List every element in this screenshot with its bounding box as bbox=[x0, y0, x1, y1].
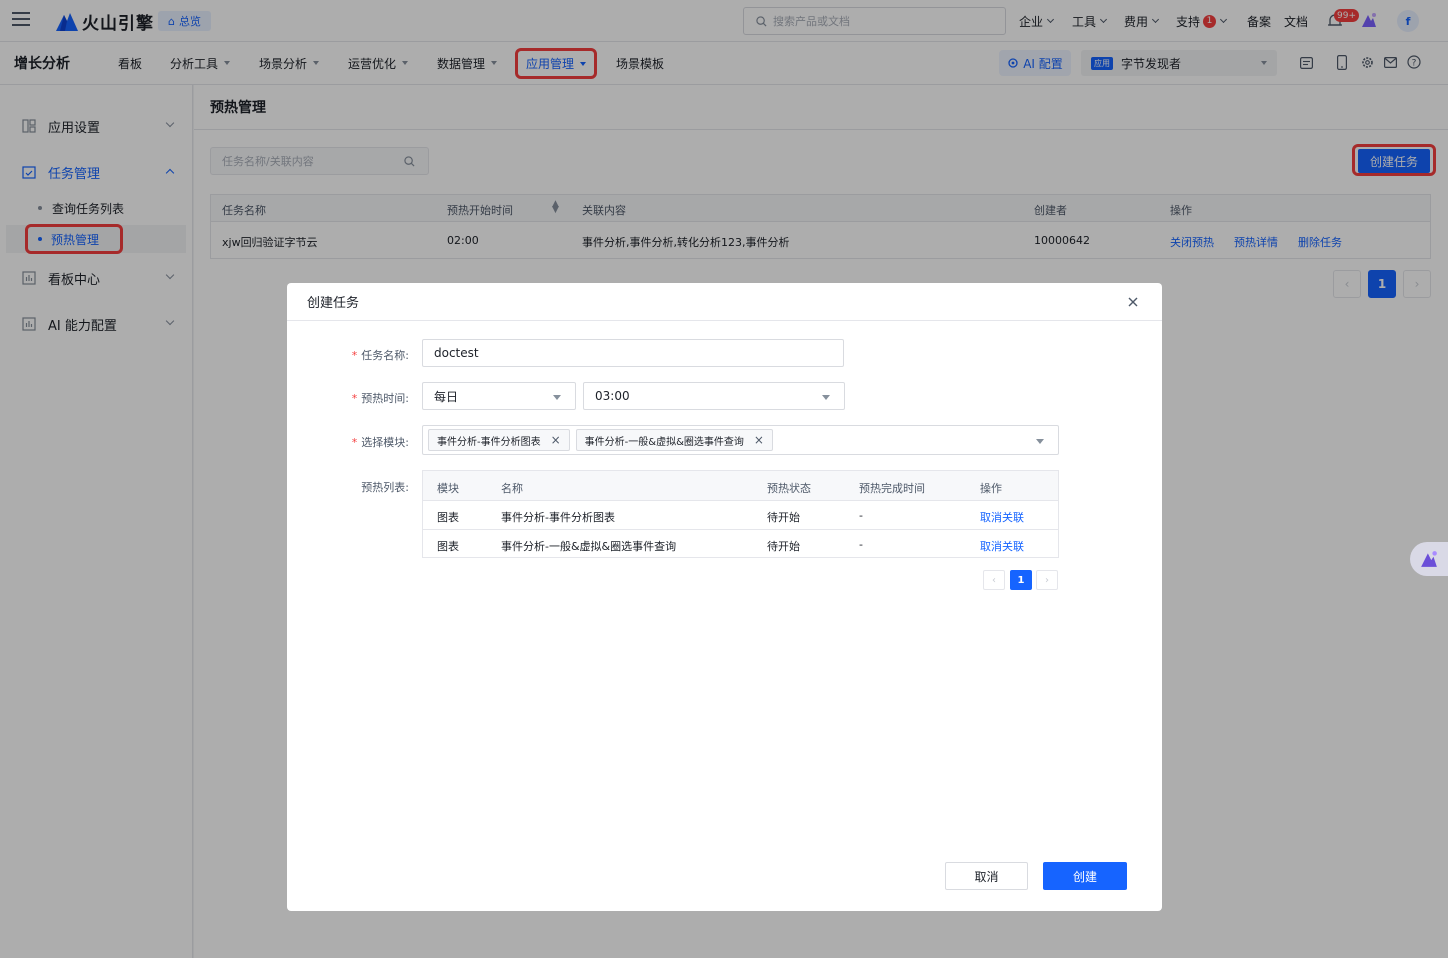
label-preheat-time: * 预热时间: bbox=[327, 390, 409, 406]
close-icon[interactable] bbox=[1126, 295, 1140, 309]
unlink-link[interactable]: 取消关联 bbox=[980, 540, 1024, 553]
cell-module: 图表 bbox=[437, 511, 459, 524]
required-mark: * bbox=[351, 392, 358, 405]
chevron-right-icon: › bbox=[1045, 574, 1049, 586]
prev-page-button[interactable]: ‹ bbox=[983, 570, 1005, 590]
chevron-left-icon: ‹ bbox=[992, 574, 996, 586]
col-header-module: 模块 bbox=[437, 482, 459, 495]
chip-label: 事件分析-事件分析图表 bbox=[437, 436, 541, 448]
create-task-dialog: 创建任务 * 任务名称: doctest * 预热时间: 每日 03:00 * 选择模… bbox=[287, 283, 1162, 911]
col-header-actions: 操作 bbox=[980, 482, 1002, 495]
ai-assistant-float-button[interactable] bbox=[1410, 542, 1448, 576]
col-header-name: 名称 bbox=[501, 482, 523, 495]
table-header: 模块 名称 预热状态 预热完成时间 操作 bbox=[423, 471, 1058, 501]
table-row: 图表 事件分析-事件分析图表 待开始 - 取消关联 bbox=[423, 501, 1058, 530]
cell-status: 待开始 bbox=[767, 511, 800, 524]
module-chip: 事件分析-事件分析图表 × bbox=[428, 429, 570, 451]
chip-remove-icon[interactable]: × bbox=[754, 433, 764, 447]
frequency-select[interactable]: 每日 bbox=[422, 382, 576, 410]
module-multiselect[interactable]: 事件分析-事件分析图表 × 事件分析-一般&虚拟&圈选事件查询 × bbox=[422, 425, 1059, 455]
preheat-list-table: 模块 名称 预热状态 预热完成时间 操作 图表 事件分析-事件分析图表 待开始 … bbox=[422, 470, 1059, 558]
cell-name: 事件分析-一般&虚拟&圈选事件查询 bbox=[501, 540, 677, 553]
task-name-input[interactable]: doctest bbox=[422, 339, 844, 367]
chip-label: 事件分析-一般&虚拟&圈选事件查询 bbox=[584, 436, 744, 448]
cell-done-time: - bbox=[859, 509, 863, 522]
cell-done-time: - bbox=[859, 538, 863, 551]
caret-down-icon bbox=[822, 395, 830, 400]
label-task-name: * 任务名称: bbox=[327, 347, 409, 363]
unlink-link[interactable]: 取消关联 bbox=[980, 511, 1024, 524]
label-select-module: * 选择模块: bbox=[327, 434, 409, 450]
cell-status: 待开始 bbox=[767, 540, 800, 553]
chip-remove-icon[interactable]: × bbox=[551, 433, 561, 447]
cell-name: 事件分析-事件分析图表 bbox=[501, 511, 615, 524]
required-mark: * bbox=[351, 436, 358, 449]
dialog-header: 创建任务 bbox=[287, 283, 1162, 321]
caret-down-icon bbox=[553, 395, 561, 400]
page-1-button[interactable]: 1 bbox=[1010, 570, 1032, 590]
frequency-value: 每日 bbox=[434, 389, 459, 404]
dialog-title: 创建任务 bbox=[307, 296, 360, 311]
label-text: 预热时间: bbox=[361, 392, 409, 405]
table-row: 图表 事件分析-一般&虚拟&圈选事件查询 待开始 - 取消关联 bbox=[423, 530, 1058, 559]
col-header-status: 预热状态 bbox=[767, 482, 811, 495]
label-text: 任务名称: bbox=[361, 349, 409, 362]
col-header-done-time: 预热完成时间 bbox=[859, 482, 925, 495]
time-value: 03:00 bbox=[595, 389, 630, 403]
label-text: 预热列表: bbox=[361, 481, 409, 494]
module-chip: 事件分析-一般&虚拟&圈选事件查询 × bbox=[575, 429, 773, 451]
label-preheat-list: 预热列表: bbox=[327, 479, 409, 495]
next-page-button[interactable]: › bbox=[1036, 570, 1058, 590]
create-button[interactable]: 创建 bbox=[1043, 862, 1127, 890]
time-select[interactable]: 03:00 bbox=[583, 382, 845, 410]
cell-module: 图表 bbox=[437, 540, 459, 553]
label-text: 选择模块: bbox=[361, 436, 409, 449]
required-mark: * bbox=[351, 349, 358, 362]
caret-down-icon bbox=[1036, 439, 1044, 444]
ai-assistant-icon bbox=[1421, 551, 1437, 567]
cancel-button[interactable]: 取消 bbox=[945, 862, 1028, 890]
